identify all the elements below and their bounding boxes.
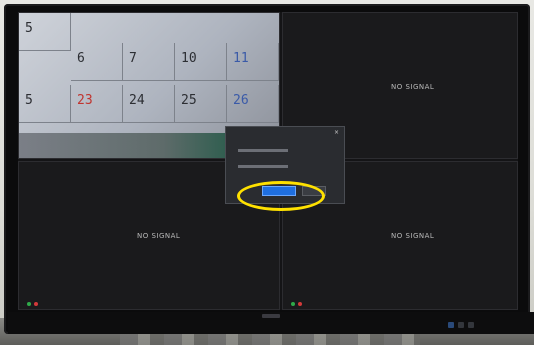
input-button-icon[interactable]	[468, 322, 474, 328]
calendar-cell: 5	[19, 85, 71, 123]
monitor: 5 6 7 10 11 5 23 24 25 26 NO SIGNAL NO S…	[4, 4, 534, 334]
status-indicators	[27, 302, 38, 306]
calendar-cell: 24	[123, 85, 175, 123]
logo-icon	[262, 314, 280, 318]
calendar-cell: 25	[175, 85, 227, 123]
calendar-cell: 5	[19, 13, 71, 51]
dialog-row	[234, 165, 292, 168]
status-dot-icon	[27, 302, 31, 306]
no-signal-label: NO SIGNAL	[391, 83, 435, 91]
calendar-cell: 23	[71, 85, 123, 123]
status-dot-icon	[291, 302, 295, 306]
no-signal-label: NO SIGNAL	[137, 232, 181, 240]
row-slider[interactable]	[238, 165, 288, 168]
menu-button-icon[interactable]	[458, 322, 464, 328]
calendar-cell: 7	[123, 43, 175, 81]
close-icon[interactable]: ×	[334, 129, 339, 136]
calendar-cell: 6	[71, 43, 123, 81]
row-slider[interactable]	[238, 149, 288, 152]
status-dot-icon	[34, 302, 38, 306]
calendar-cell: 26	[227, 85, 279, 123]
dialog-row	[234, 149, 292, 152]
power-button-icon[interactable]	[448, 322, 454, 328]
status-dot-icon	[298, 302, 302, 306]
dvr-screen: 5 6 7 10 11 5 23 24 25 26 NO SIGNAL NO S…	[18, 12, 518, 310]
calendar-cell: 10	[175, 43, 227, 81]
no-signal-label: NO SIGNAL	[391, 232, 435, 240]
highlight-annotation	[237, 181, 325, 211]
monitor-buttons	[448, 322, 474, 328]
calendar-cell: 11	[227, 43, 279, 81]
status-indicators	[291, 302, 302, 306]
